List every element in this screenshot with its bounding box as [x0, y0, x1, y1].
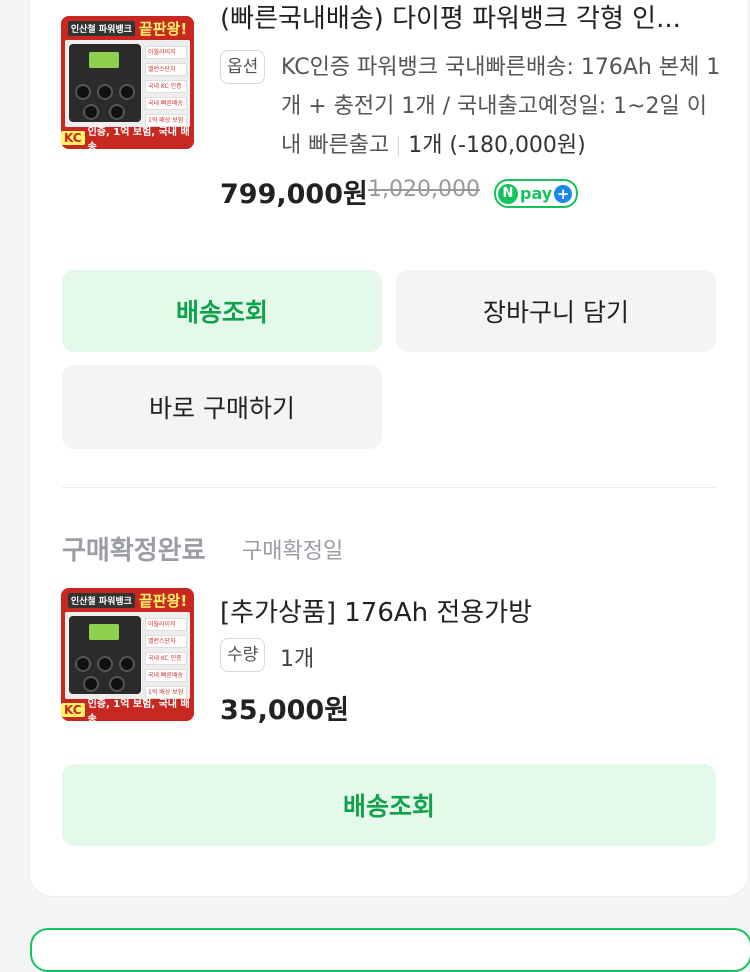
quantity-badge: 수량 [220, 638, 266, 672]
thumb-kc: KC [61, 703, 85, 717]
thumb-body: 이월라이저 밸런스단자 국내 KC 인증 국내 빠른배송 1억 배상 보험 [65, 40, 190, 127]
device-image [69, 44, 141, 122]
option-badge: 옵션 [220, 50, 266, 84]
device-knob [83, 104, 99, 120]
thumb-title: 끝판왕! [138, 591, 188, 610]
track-delivery-button[interactable]: 배송조회 [62, 764, 716, 846]
product-thumbnail[interactable]: 인산철 파워뱅크 끝판왕! 이월라이저 밸런스단자 국내 KC 인증 국내 빠른… [61, 588, 194, 721]
thumb-title: 끝판왕! [138, 19, 188, 38]
device-knob [75, 84, 91, 100]
npay-n-icon: N [498, 183, 518, 204]
confirm-date-label: 구매확정일 [242, 539, 344, 564]
product-title[interactable]: [추가상품] 176Ah 전용가방 [220, 592, 532, 629]
device-knob [109, 676, 125, 692]
track-delivery-button[interactable]: 배송조회 [62, 270, 382, 352]
thumb-feature-list: 이월라이저 밸런스단자 국내 KC 인증 국내 빠른배송 1억 배상 보험 [145, 46, 187, 131]
npay-plus-badge: N pay + [494, 179, 579, 208]
next-order-card [30, 928, 750, 972]
thumb-tag: 인산철 파워뱅크 [67, 592, 135, 608]
thumb-feature: 국내 KC 인증 [145, 652, 187, 665]
npay-label: pay [520, 184, 553, 203]
device-image [69, 616, 141, 694]
thumb-feature: 국내 KC 인증 [145, 80, 187, 93]
thumb-kc: KC [61, 131, 85, 145]
quantity-text: 1개 (-180,000원) [408, 133, 586, 158]
thumb-header: 인산철 파워뱅크 끝판왕! [61, 588, 194, 612]
option-text: KC인증 파워뱅크 국내빠른배송: 176Ah 본체 1개 + 충전기 1개 /… [281, 48, 721, 165]
thumb-footer: KC 인증, 1억 보험, 국내 배송 [61, 127, 194, 149]
thumb-feature: 밸런스단자 [145, 63, 187, 76]
order-status: 구매확정완료 [62, 536, 206, 566]
thumb-feature: 국내 빠른배송 [145, 669, 187, 682]
device-knob [83, 676, 99, 692]
device-knob [97, 656, 113, 672]
plus-icon: + [554, 184, 573, 203]
thumb-body: 이월라이저 밸런스단자 국내 KC 인증 국내 빠른배송 1억 배상 보험 [65, 612, 190, 699]
device-screen [89, 52, 119, 68]
product-title[interactable]: (빠른국내배송) 다이평 파워뱅크 각형 인... [220, 0, 681, 35]
thumb-footer-text: 인증, 1억 보험, 국내 배송 [87, 699, 190, 721]
sale-price: 35,000원 [220, 695, 350, 726]
add-to-cart-button[interactable]: 장바구니 담기 [396, 270, 716, 352]
separator [398, 136, 400, 156]
device-screen [89, 624, 119, 640]
thumb-footer: KC 인증, 1억 보험, 국내 배송 [61, 699, 194, 721]
divider [62, 487, 716, 488]
device-knob [109, 104, 125, 120]
thumb-feature: 이월라이저 [145, 46, 187, 59]
buy-now-button[interactable]: 바로 구매하기 [62, 365, 382, 449]
device-knob [119, 656, 135, 672]
thumb-feature: 국내 빠른배송 [145, 97, 187, 110]
device-knob [97, 84, 113, 100]
device-knob [75, 656, 91, 672]
device-knob [119, 84, 135, 100]
thumb-feature: 밸런스단자 [145, 635, 187, 648]
quantity-text: 1개 [280, 647, 315, 672]
order-card: 인산철 파워뱅크 끝판왕! 이월라이저 밸런스단자 국내 KC 인증 국내 빠른… [30, 0, 748, 896]
sale-price: 799,000원 [220, 179, 368, 210]
original-price: 1,020,000 [368, 177, 480, 202]
thumb-tag: 인산철 파워뱅크 [67, 20, 135, 36]
thumb-feature-list: 이월라이저 밸런스단자 국내 KC 인증 국내 빠른배송 1억 배상 보험 [145, 618, 187, 703]
product-thumbnail[interactable]: 인산철 파워뱅크 끝판왕! 이월라이저 밸런스단자 국내 KC 인증 국내 빠른… [61, 16, 194, 149]
thumb-header: 인산철 파워뱅크 끝판왕! [61, 16, 194, 40]
thumb-feature: 이월라이저 [145, 618, 187, 631]
thumb-footer-text: 인증, 1억 보험, 국내 배송 [87, 127, 190, 149]
